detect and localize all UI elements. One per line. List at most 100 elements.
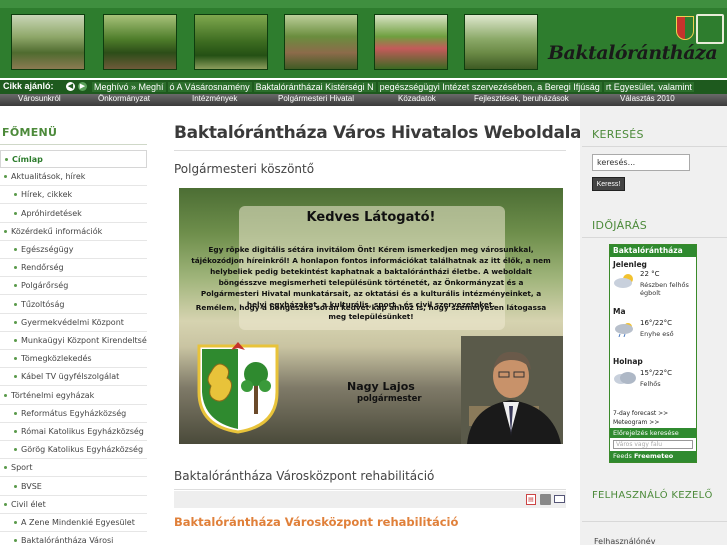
sidebar-menu-label: Hírek, cikkek <box>21 190 73 200</box>
search-input[interactable] <box>592 154 690 171</box>
sidebar-menu-item[interactable]: Kábel TV ügyfélszolgálat <box>0 368 147 387</box>
header-photo-1 <box>11 14 85 70</box>
sidebar-menu-item[interactable]: Egészségügy <box>0 241 147 259</box>
sidebar-menu-label: Gyermekvédelmi Központ <box>21 317 124 327</box>
bullet-icon <box>14 430 17 433</box>
sidebar-menu-item[interactable]: Történelmi egyházak <box>0 387 147 405</box>
sidebar-menu-item[interactable]: Baktalórántháza Városi <box>0 532 147 545</box>
sidebar-menu-item[interactable]: Tűzoltóság <box>0 296 147 314</box>
sidebar-menu-item[interactable]: Címlap <box>0 150 147 168</box>
header-photo-5 <box>374 14 448 70</box>
article-toolbar: ▤ <box>174 491 566 508</box>
bullet-icon <box>14 411 17 415</box>
ticker-item[interactable]: Meghívó » Meghí <box>92 82 166 92</box>
weather-now-temp: 22 °C <box>640 270 660 278</box>
username-label: Felhasználónév <box>594 537 656 545</box>
ticker-item[interactable]: rt Egyesület, valamint <box>603 82 694 92</box>
bullet-icon <box>14 248 17 251</box>
bullet-icon <box>14 375 17 379</box>
bullet-icon <box>14 320 17 324</box>
bullet-icon <box>14 193 17 197</box>
bullet-icon <box>14 266 17 270</box>
sidebar-menu-label: Római Katolikus Egyházközség <box>21 427 144 436</box>
bullet-icon <box>14 539 17 543</box>
weather-today-temp: 16°/22°C <box>640 319 673 327</box>
page-title: Baktalórántháza Város Hivatalos Weboldal… <box>174 123 582 143</box>
sidebar-menu-item[interactable]: Görög Katolikus Egyházközség <box>0 441 147 460</box>
weather-title: IDŐJÁRÁS <box>592 219 648 232</box>
sidebar-menu-item[interactable]: Hírek, cikkek <box>0 186 147 205</box>
sidebar-menu-label: BVSE <box>21 481 42 491</box>
sidebar-menu-label: A Zene Mindenkié Egyesület <box>21 518 135 527</box>
weather-links: 7-day forecast >> Meteogram >> <box>613 409 668 427</box>
sidebar-menu-label: Baktalórántháza Városi <box>21 536 114 545</box>
sidebar-menu-label: Történelmi egyházak <box>11 390 95 400</box>
sidebar-menu-item[interactable]: Közérdekű információk <box>0 223 147 241</box>
sidebar-menu-label: Apróhirdetések <box>21 208 82 218</box>
sidebar-menu-item[interactable]: Római Katolikus Egyházközség <box>0 423 147 441</box>
nav-item-kozadatok[interactable]: Közadatok <box>398 94 436 104</box>
sidebar-menu-item[interactable]: Apróhirdetések <box>0 205 147 223</box>
sidebar-menu-item[interactable]: Polgárőrség <box>0 277 147 296</box>
sidebar-menu-item[interactable]: Sport <box>0 459 147 478</box>
sidebar-menu-item[interactable]: A Zene Mindenkié Egyesület <box>0 514 147 532</box>
ticker-item[interactable]: pegészségügyi Intézet szervezésében, a B… <box>377 82 602 92</box>
forecast-link[interactable]: 7-day forecast >> <box>613 409 668 418</box>
sidebar-menu-item[interactable]: Gyermekvédelmi Központ <box>0 314 147 332</box>
weather-city[interactable]: Baktalórántháza <box>610 245 696 257</box>
sidebar-menu-item[interactable]: Munkaügyi Központ Kirendeltsége <box>0 332 147 350</box>
sidebar-menu-label: Tűzoltóság <box>21 299 65 309</box>
weather-now-label: Jelenleg <box>613 260 647 269</box>
header-photo-6 <box>464 14 538 70</box>
greeting-closing: Remélem, hogy a böngészés során kedvet k… <box>195 303 547 321</box>
weather-search-input[interactable]: Város vagy falu <box>613 440 693 449</box>
weather-search-label: Előrejelzés keresése <box>610 428 696 438</box>
ticker-items: Meghívó » Meghí ó A Vásárosnamény Baktalór… <box>92 80 696 94</box>
email-icon[interactable] <box>554 495 565 503</box>
article-text-cutoff <box>174 540 554 545</box>
user-manager-title: FELHASZNÁLÓ KEZELŐ <box>592 490 713 501</box>
header-top-stripe <box>0 0 727 8</box>
ticker-next-icon[interactable]: ▶ <box>78 82 87 91</box>
divider <box>582 146 727 147</box>
sidebar-menu-label: Civil élet <box>11 499 46 509</box>
section-title-article[interactable]: Baktalórántháza Városközpont rehabilitác… <box>174 469 434 483</box>
sidebar-menu-item[interactable]: BVSE <box>0 478 147 496</box>
nav-item-intezmenyek[interactable]: Intézmények <box>192 94 237 104</box>
mayor-name: Nagy Lajos <box>347 380 415 393</box>
site-logo[interactable]: Baktalórántháza <box>548 42 718 64</box>
sidebar-menu-item[interactable]: Református Egyházközség <box>0 405 147 423</box>
sidebar-menu-item[interactable]: Aktualitások, hírek <box>0 168 147 187</box>
greeting-text: Egy röpke digitális sétára invitálom Önt… <box>191 245 551 309</box>
nav-item-fejlesztesek[interactable]: Fejlesztések, beruházások <box>474 94 569 104</box>
feeds-label: Feeds <box>613 452 632 460</box>
ticker-item[interactable]: ó A Vásárosnamény <box>167 82 252 92</box>
partly-cloudy-icon <box>614 274 633 288</box>
weather-tomorrow-desc: Felhős <box>640 380 661 388</box>
meteogram-link[interactable]: Meteogram >> <box>613 418 668 427</box>
ticker-item[interactable]: Baktalórántházai Kistérségi N <box>253 82 376 92</box>
main-menu-title: FŐMENÜ <box>2 126 58 139</box>
ticker-prev-icon[interactable]: ◀ <box>66 82 75 91</box>
print-icon[interactable] <box>540 494 551 505</box>
sidebar-menu-item[interactable]: Rendőrség <box>0 259 147 278</box>
cloudy-icon <box>614 372 636 384</box>
section-title-greeting[interactable]: Polgármesteri köszöntő <box>174 162 314 176</box>
bullet-icon <box>4 175 7 179</box>
weather-feeds[interactable]: Feeds Freemeteo <box>610 451 696 462</box>
logo-frame <box>696 14 724 44</box>
sidebar-menu-label: Egészségügy <box>21 245 74 254</box>
nav-item-valasztas[interactable]: Választás 2010 <box>620 94 675 104</box>
search-button[interactable]: Keress! <box>592 177 625 191</box>
nav-item-polgarmesteri-hivatal[interactable]: Polgármesteri Hivatal <box>278 94 354 104</box>
sidebar-menu-label: Református Egyházközség <box>21 408 127 418</box>
sidebar-menu-item[interactable]: Tömegközlekedés <box>0 350 147 369</box>
weather-widget: Baktalórántháza Jelenleg 22 °C Részben f… <box>609 244 697 463</box>
mayor-title: polgármester <box>357 394 422 404</box>
sidebar-menu-item[interactable]: Civil élet <box>0 496 147 514</box>
ticker-label: Cikk ajánló: <box>3 81 54 91</box>
nav-item-onkormanyzat[interactable]: Önkormányzat <box>98 94 150 104</box>
divider <box>0 144 147 145</box>
pdf-icon[interactable]: ▤ <box>526 494 536 505</box>
nav-item-varosunkrol[interactable]: Városunkról <box>18 94 61 104</box>
